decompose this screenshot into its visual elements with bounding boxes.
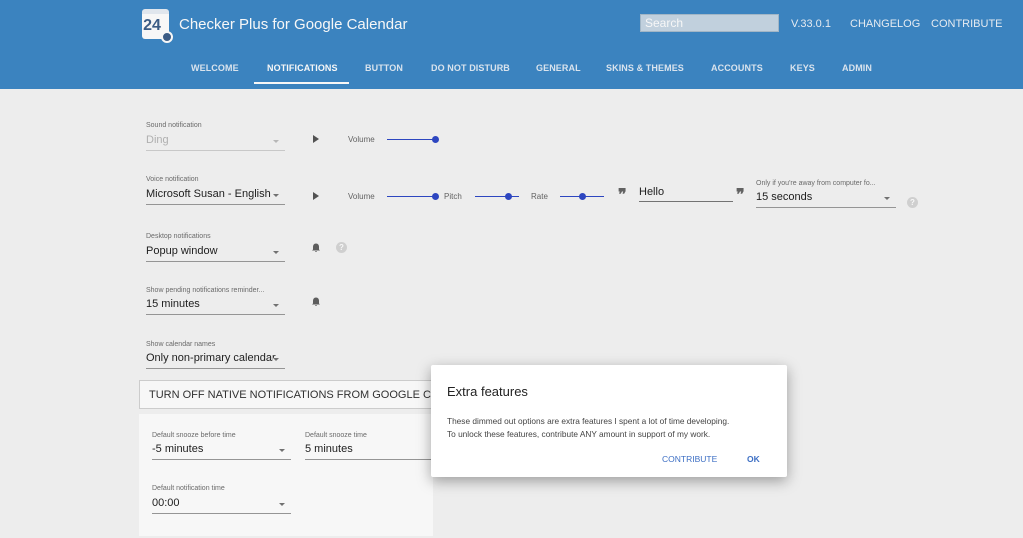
dialog-contribute-button[interactable]: CONTRIBUTE [662, 454, 717, 464]
dialog-message-line2: To unlock these features, contribute ANY… [447, 429, 711, 439]
dialog-message: These dimmed out options are extra featu… [447, 415, 777, 441]
dialog-title: Extra features [447, 384, 528, 399]
dialog-ok-button[interactable]: OK [747, 454, 760, 464]
extra-features-dialog: Extra features These dimmed out options … [431, 365, 787, 477]
dialog-message-line1: These dimmed out options are extra featu… [447, 416, 730, 426]
